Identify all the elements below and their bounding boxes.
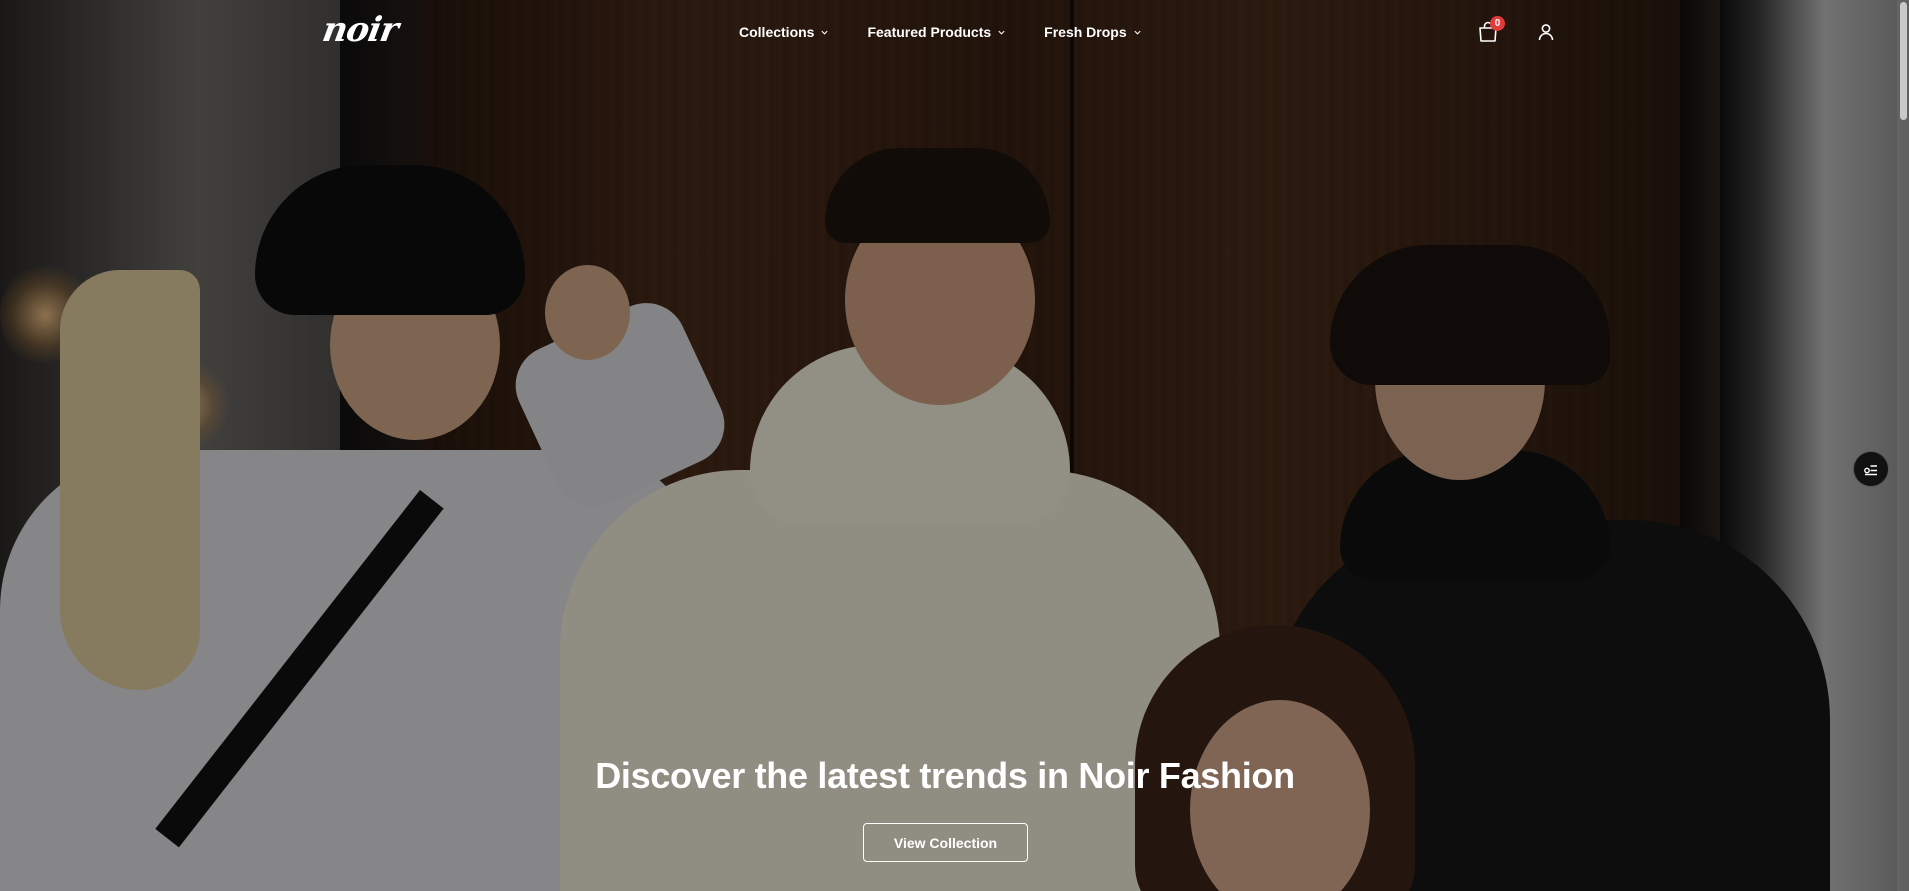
account-button[interactable] (1536, 22, 1558, 44)
nav-item-label: Featured Products (867, 24, 992, 40)
hero-headline: Discover the latest trends in Noir Fashi… (595, 755, 1295, 796)
nav-item-collections[interactable]: Collections (739, 24, 829, 40)
nav-item-label: Fresh Drops (1044, 24, 1127, 40)
top-navbar: noir Collections Featured Products Fresh… (0, 0, 1909, 66)
user-icon (1538, 24, 1554, 41)
view-collection-button[interactable]: View Collection (863, 823, 1028, 862)
filter-toggle-icon (1864, 465, 1877, 476)
chevron-down-icon (998, 30, 1005, 35)
cart-count-badge: 0 (1490, 16, 1505, 31)
brand-logo[interactable]: noir (319, 10, 400, 50)
nav-item-featured-products[interactable]: Featured Products (867, 24, 1006, 40)
cart-button[interactable]: 0 (1476, 16, 1505, 46)
page-scrollbar-thumb[interactable] (1900, 2, 1907, 120)
chevron-down-icon (1134, 30, 1141, 35)
page-scrollbar-track[interactable] (1897, 0, 1909, 891)
main-nav: Collections Featured Products Fresh Drop… (739, 24, 1142, 40)
chevron-down-icon (821, 30, 829, 35)
nav-item-fresh-drops[interactable]: Fresh Drops (1044, 24, 1141, 40)
nav-item-label: Collections (739, 24, 815, 40)
floating-filter-button[interactable] (1853, 451, 1889, 487)
